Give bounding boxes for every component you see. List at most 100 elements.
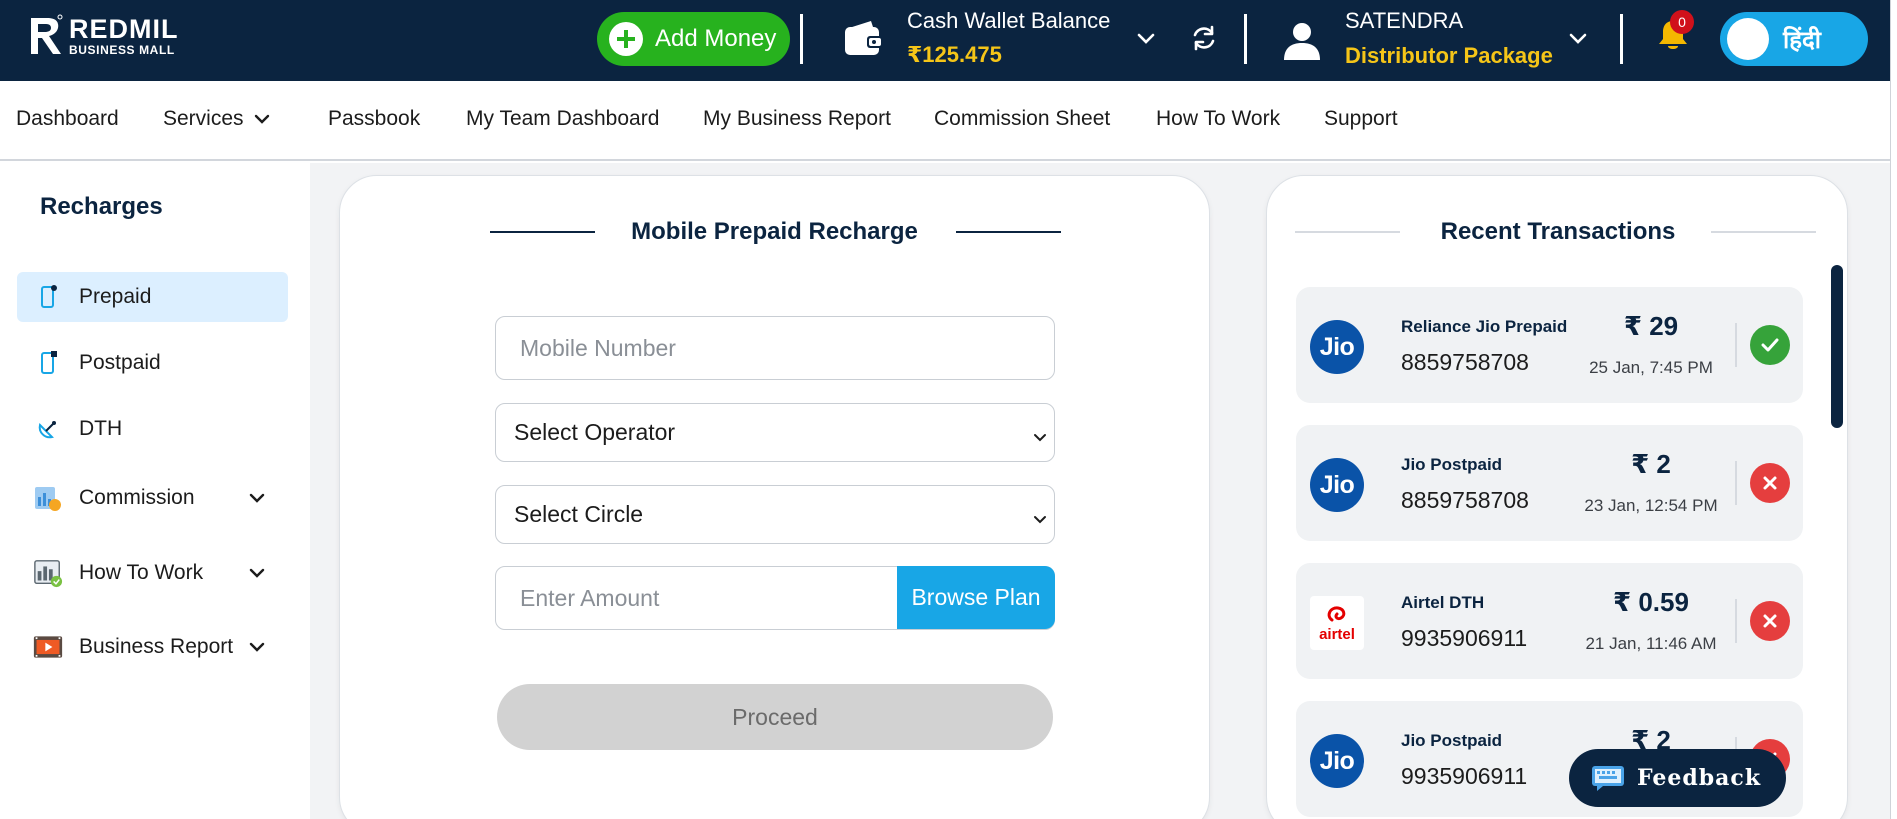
- top-bar: REDMIL BUSINESS MALL Add Money Cash Wall…: [0, 0, 1897, 81]
- logo-mark-icon: [27, 14, 63, 58]
- nav-support[interactable]: Support: [1324, 107, 1398, 131]
- transaction-row[interactable]: Jio Reliance Jio Prepaid 8859758708 ₹ 29…: [1296, 287, 1803, 403]
- chevron-down-icon: [248, 564, 266, 582]
- sidebar-item-postpaid[interactable]: Postpaid: [17, 338, 288, 388]
- sidebar-item-label: DTH: [79, 417, 123, 440]
- mobile-icon: [33, 348, 63, 378]
- transaction-row[interactable]: Jio Jio Postpaid 8859758708 ₹ 2 23 Jan, …: [1296, 425, 1803, 541]
- sidebar: Recharges Prepaid Postpaid DTH Commissio…: [0, 163, 310, 819]
- commission-icon: [33, 483, 63, 513]
- sidebar-item-label: Prepaid: [79, 285, 152, 308]
- user-name: SATENDRA: [1345, 8, 1464, 33]
- wallet-amount: ₹125.475: [907, 42, 1002, 67]
- amount-input[interactable]: [496, 584, 891, 612]
- main-nav: Dashboard Services Passbook My Team Dash…: [0, 81, 1897, 161]
- recharge-form-card: Mobile Prepaid Recharge Select Operator …: [339, 175, 1210, 819]
- toggle-knob: [1727, 18, 1769, 60]
- satellite-dish-icon: [33, 414, 63, 444]
- sidebar-item-label: Business Report: [79, 635, 234, 658]
- brand-name: REDMIL: [69, 14, 179, 44]
- sidebar-item-business-report[interactable]: Business Report: [17, 622, 288, 672]
- title-divider: [956, 231, 1061, 233]
- header-divider: [1620, 14, 1623, 64]
- mobile-icon: [33, 282, 63, 312]
- video-report-icon: [33, 632, 63, 662]
- sidebar-item-prepaid[interactable]: Prepaid: [17, 272, 288, 322]
- nav-services-label: Services: [163, 107, 244, 130]
- user-avatar-icon[interactable]: [1281, 20, 1323, 62]
- nav-how-to-work[interactable]: How To Work: [1156, 107, 1280, 131]
- airtel-logo-text: airtel: [1319, 625, 1355, 643]
- transaction-date: 21 Jan, 11:46 AM: [1585, 634, 1717, 653]
- transaction-number: 9935906911: [1401, 763, 1528, 789]
- operator-select[interactable]: Select Operator: [495, 403, 1055, 462]
- brand-logo[interactable]: REDMIL BUSINESS MALL: [27, 14, 179, 58]
- browse-plan-button[interactable]: Browse Plan: [897, 566, 1055, 629]
- brand-subtitle: BUSINESS MALL: [69, 43, 175, 57]
- plus-icon: [609, 22, 643, 56]
- jio-logo-icon: Jio: [1310, 458, 1364, 512]
- how-to-work-icon: [33, 558, 63, 588]
- transaction-date: 23 Jan, 12:54 PM: [1584, 496, 1718, 515]
- sidebar-title: Recharges: [40, 193, 163, 220]
- language-label: हिंदी: [1783, 26, 1821, 54]
- transaction-operator: Airtel DTH: [1401, 593, 1485, 612]
- nav-my-business-report[interactable]: My Business Report: [703, 107, 891, 131]
- wallet-chevron-down-icon[interactable]: [1136, 28, 1156, 48]
- wallet-label: Cash Wallet Balance: [907, 8, 1111, 33]
- title-divider: [1711, 231, 1816, 233]
- transaction-row[interactable]: airtel Airtel DTH 9935906911 ₹ 0.59 21 J…: [1296, 563, 1803, 679]
- mobile-number-field[interactable]: [495, 316, 1055, 380]
- operator-select-value: Select Operator: [514, 419, 676, 445]
- transaction-number: 9935906911: [1401, 625, 1528, 651]
- mobile-number-input[interactable]: [496, 334, 1054, 362]
- circle-select[interactable]: Select Circle: [495, 485, 1055, 544]
- add-money-label: Add Money: [655, 25, 777, 52]
- jio-logo-icon: Jio: [1310, 320, 1364, 374]
- feedback-label: Feedback: [1637, 765, 1762, 791]
- transaction-operator: Jio Postpaid: [1401, 455, 1503, 474]
- user-chevron-down-icon[interactable]: [1568, 28, 1588, 48]
- chevron-down-icon: [248, 638, 266, 656]
- failed-x-icon: [1750, 601, 1790, 641]
- feedback-button[interactable]: Feedback: [1569, 749, 1786, 807]
- nav-commission-sheet[interactable]: Commission Sheet: [934, 107, 1110, 131]
- nav-dashboard[interactable]: Dashboard: [16, 107, 119, 131]
- success-check-icon: [1750, 325, 1790, 365]
- transaction-amount: ₹ 2: [1631, 449, 1671, 479]
- nav-my-team-dashboard[interactable]: My Team Dashboard: [466, 107, 659, 131]
- recharge-form-title: Mobile Prepaid Recharge: [631, 218, 918, 245]
- circle-select-value: Select Circle: [514, 501, 644, 527]
- failed-x-icon: [1750, 463, 1790, 503]
- transaction-amount: ₹ 0.59: [1613, 587, 1689, 617]
- header-divider: [800, 14, 803, 64]
- refresh-icon[interactable]: [1190, 24, 1218, 52]
- user-package: Distributor Package: [1345, 43, 1553, 68]
- nav-passbook[interactable]: Passbook: [328, 107, 420, 131]
- transaction-date: 25 Jan, 7:45 PM: [1589, 358, 1713, 377]
- sidebar-item-dth[interactable]: DTH: [17, 404, 288, 454]
- page-scrollbar-track[interactable]: [1890, 0, 1897, 819]
- sidebar-item-label: Postpaid: [79, 351, 161, 374]
- amount-field[interactable]: Browse Plan: [495, 566, 1055, 630]
- sidebar-item-label: How To Work: [79, 561, 204, 584]
- sidebar-item-commission[interactable]: Commission: [17, 473, 288, 523]
- airtel-logo-icon: airtel: [1310, 596, 1364, 650]
- recent-transactions-card: Recent Transactions Jio Reliance Jio Pre…: [1266, 175, 1848, 819]
- transactions-scrollbar[interactable]: [1831, 265, 1843, 428]
- sidebar-item-label: Commission: [79, 486, 195, 509]
- header-divider: [1244, 14, 1247, 64]
- add-money-button[interactable]: Add Money: [597, 12, 790, 66]
- transaction-operator: Reliance Jio Prepaid: [1401, 317, 1568, 336]
- proceed-button[interactable]: Proceed: [497, 684, 1053, 750]
- wallet-icon: [843, 18, 885, 58]
- sidebar-item-how-to-work[interactable]: How To Work: [17, 548, 288, 598]
- notification-badge: 0: [1670, 10, 1694, 34]
- chevron-down-icon: [1032, 425, 1048, 441]
- transaction-amount: ₹ 29: [1623, 311, 1679, 341]
- chevron-down-icon: [254, 109, 270, 125]
- language-toggle[interactable]: हिंदी: [1720, 12, 1868, 66]
- nav-services[interactable]: Services: [163, 107, 270, 131]
- keyboard-icon: [1591, 764, 1625, 792]
- chevron-down-icon: [248, 489, 266, 507]
